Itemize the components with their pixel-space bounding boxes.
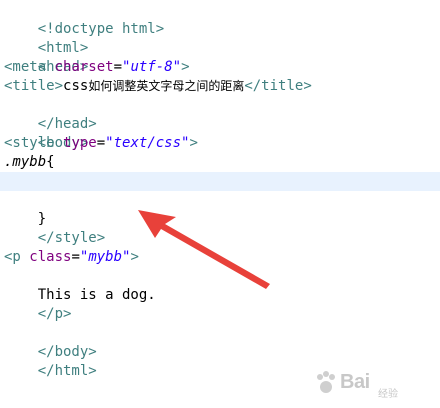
code-editor[interactable]: <!doctype html> <html> <head> <meta char…: [0, 0, 440, 407]
watermark-logo: Bai 经验: [314, 367, 434, 403]
paw-icon: [317, 371, 335, 393]
watermark-sub: 经验: [378, 389, 398, 400]
annotation-arrow-icon: [138, 210, 270, 289]
watermark-brand: Bai: [340, 371, 370, 393]
